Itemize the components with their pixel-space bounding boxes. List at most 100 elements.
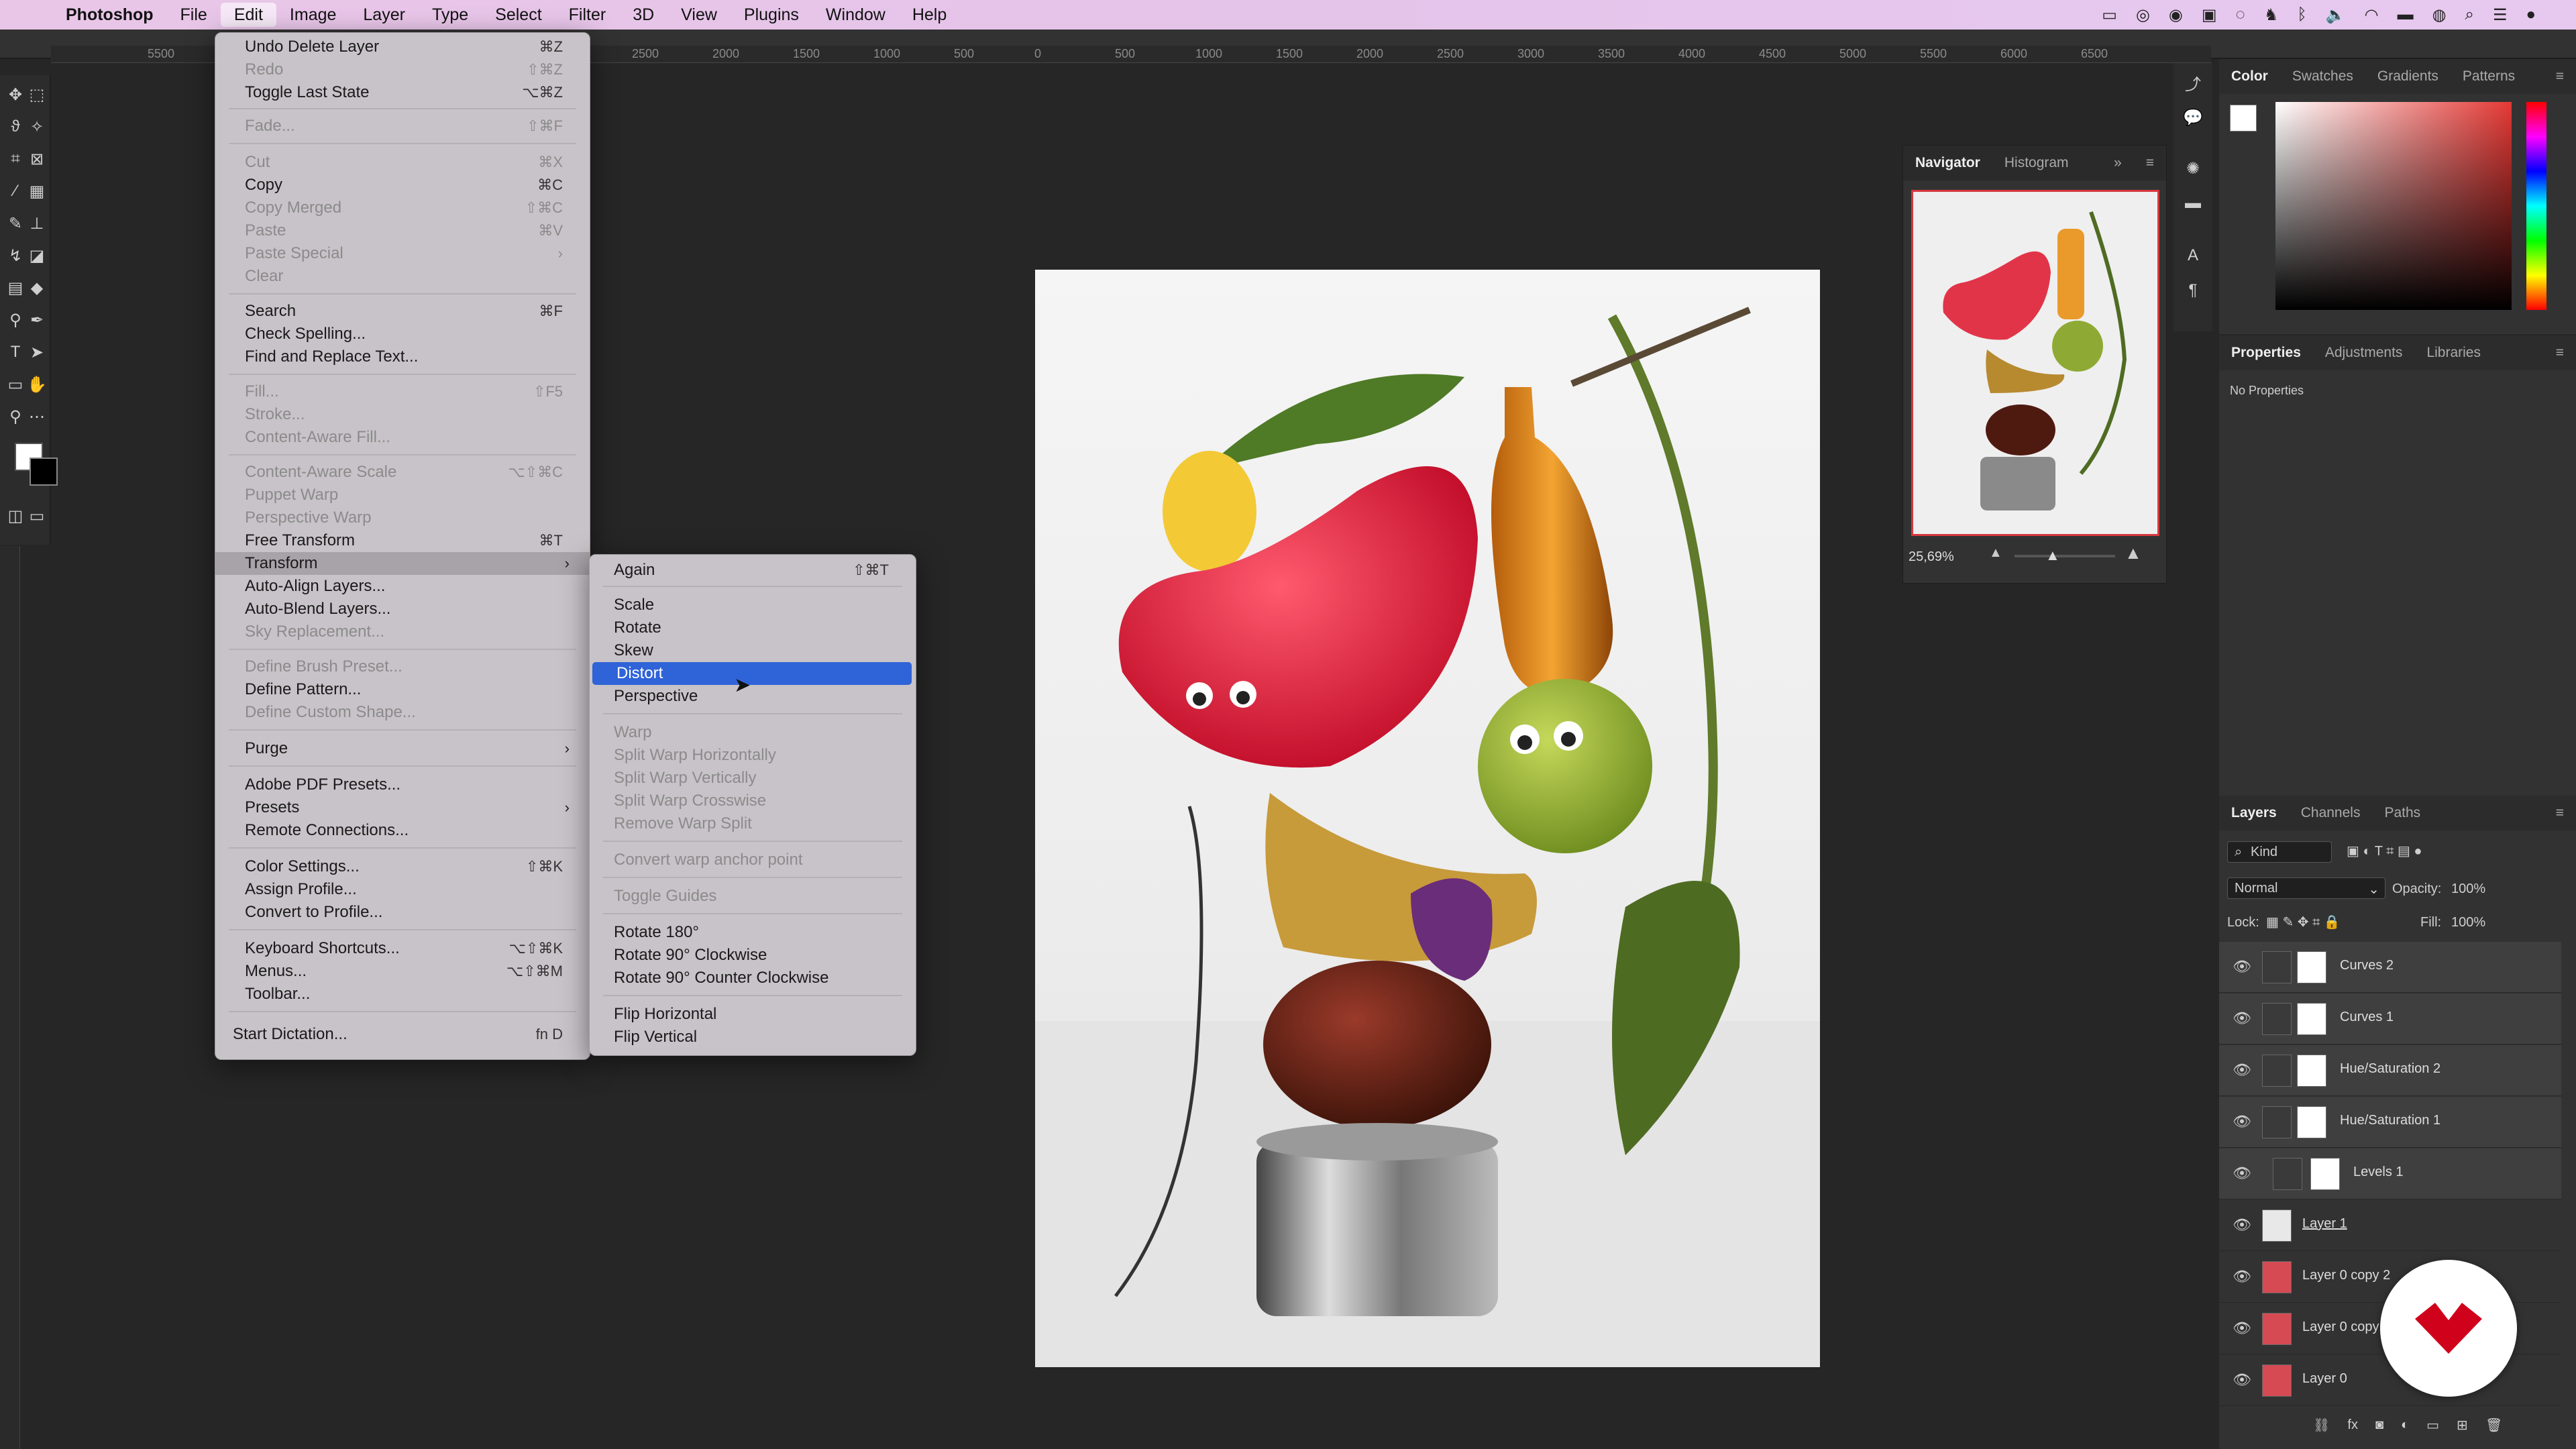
panel-menu-icon[interactable]: ≡ — [2134, 155, 2166, 171]
layer-row-curves-1[interactable]: 👁 Curves 1 — [2219, 994, 2561, 1044]
bluetooth-icon[interactable]: ᛒ — [2297, 5, 2306, 24]
blur-tool-icon[interactable]: ◆ — [27, 278, 47, 298]
hand-tool-icon[interactable]: ✋ — [27, 374, 47, 394]
new-layer-icon[interactable]: ⊞ — [2457, 1417, 2468, 1434]
menu-item-distort[interactable]: Distort — [592, 662, 912, 685]
menu-help[interactable]: Help — [899, 0, 960, 30]
panel-menu-icon[interactable]: ≡ — [2544, 805, 2576, 821]
history-brush-icon[interactable]: ↯ — [5, 246, 25, 266]
menu-item-presets[interactable]: Presets › — [215, 796, 590, 819]
menu-edit[interactable]: Edit — [220, 3, 276, 27]
tab-adjustments[interactable]: Adjustments — [2313, 345, 2415, 361]
menu-item-flip-horizontal[interactable]: Flip Horizontal — [590, 1003, 916, 1026]
menu-window[interactable]: Window — [812, 0, 899, 30]
type-tool-icon[interactable]: T — [5, 342, 25, 362]
menu-item-skew[interactable]: Skew — [590, 639, 916, 662]
background-color-swatch[interactable] — [30, 458, 58, 486]
color-foreground-swatch[interactable] — [2230, 105, 2257, 131]
tab-swatches[interactable]: Swatches — [2280, 68, 2365, 85]
menu-item-auto-align[interactable]: Auto-Align Layers... — [215, 575, 590, 598]
menu-item-purge[interactable]: Purge › — [215, 737, 590, 760]
zoom-in-icon[interactable]: ▲ — [2125, 543, 2142, 564]
zoom-tool-icon[interactable]: ⚲ — [5, 407, 25, 427]
menu-item-scale[interactable]: Scale — [590, 594, 916, 616]
menu-plugins[interactable]: Plugins — [731, 0, 812, 30]
paragraph-icon[interactable]: ¶ — [2183, 280, 2203, 301]
menu-item-rotate-180[interactable]: Rotate 180° — [590, 921, 916, 944]
rectangle-tool-icon[interactable]: ▭ — [5, 374, 25, 394]
lasso-tool-icon[interactable]: ϑ — [5, 117, 25, 137]
blend-mode-select[interactable]: Normal ⌄ — [2227, 877, 2385, 899]
more-tools-icon[interactable]: ⋯ — [27, 407, 47, 427]
menu-app-photoshop[interactable]: Photoshop — [52, 0, 167, 30]
panel-menu-icon[interactable]: ≡ — [2544, 68, 2576, 85]
visibility-eye-icon[interactable]: 👁 — [2233, 1165, 2251, 1182]
visibility-eye-icon[interactable]: 👁 — [2233, 1113, 2251, 1130]
adjustment-layer-icon[interactable]: ◐ — [2401, 1417, 2409, 1433]
menu-item-perspective[interactable]: Perspective — [590, 685, 916, 708]
trash-icon[interactable]: 🗑 — [2485, 1417, 2502, 1434]
siri-icon[interactable]: ● — [2526, 5, 2536, 24]
opacity-input[interactable]: 100% — [2451, 881, 2485, 897]
layer-row-hue-saturation-1[interactable]: 👁 Hue/Saturation 1 — [2219, 1097, 2561, 1148]
eyedropper-tool-icon[interactable]: ⁄ — [5, 181, 25, 201]
crop-tool-icon[interactable]: ⌗ — [5, 149, 25, 169]
menu-item-flip-vertical[interactable]: Flip Vertical — [590, 1026, 916, 1049]
tab-gradients[interactable]: Gradients — [2365, 68, 2451, 85]
menu-item-convert-profile[interactable]: Convert to Profile... — [215, 901, 590, 924]
lock-icons[interactable]: ▦ ✎ ✥ ⌗ 🔒 — [2266, 914, 2341, 930]
adjustment-icon[interactable]: ✺ — [2183, 158, 2203, 178]
link-icon[interactable]: ⛓ — [2313, 1417, 2330, 1434]
fill-input[interactable]: 100% — [2451, 915, 2485, 930]
color-picker-field[interactable] — [2275, 102, 2512, 310]
layer-row-layer-1[interactable]: 👁 Layer 1 — [2219, 1200, 2561, 1251]
hue-slider[interactable] — [2526, 102, 2546, 310]
mask-icon[interactable]: ◙ — [2375, 1417, 2383, 1433]
menu-item-undo[interactable]: Undo Delete Layer ⌘Z — [215, 36, 590, 58]
path-select-tool-icon[interactable]: ➤ — [27, 342, 47, 362]
comment-icon[interactable]: 💬 — [2183, 107, 2203, 127]
visibility-eye-icon[interactable]: 👁 — [2233, 1320, 2251, 1337]
sync-icon[interactable]: ◌ — [2236, 5, 2245, 24]
visibility-eye-icon[interactable]: 👁 — [2233, 1268, 2251, 1285]
layer-row-levels-1[interactable]: 👁 Levels 1 — [2219, 1148, 2561, 1199]
dodge-tool-icon[interactable]: ⚲ — [5, 310, 25, 330]
quick-mask-icon[interactable]: ◫ — [5, 506, 25, 526]
menu-type[interactable]: Type — [419, 0, 482, 30]
tab-color[interactable]: Color — [2219, 68, 2280, 85]
menu-item-rotate[interactable]: Rotate — [590, 616, 916, 639]
visibility-eye-icon[interactable]: 👁 — [2233, 1371, 2251, 1389]
marquee-tool-icon[interactable]: ⬚ — [27, 85, 47, 105]
tab-channels[interactable]: Channels — [2289, 805, 2373, 821]
layer-row-curves-2[interactable]: 👁 Curves 2 — [2219, 942, 2561, 993]
expand-icon[interactable]: » — [2102, 155, 2134, 171]
tab-properties[interactable]: Properties — [2219, 345, 2313, 361]
menu-3d[interactable]: 3D — [619, 0, 667, 30]
menu-item-transform[interactable]: Transform › — [215, 552, 590, 575]
display-icon[interactable]: ▭ — [2102, 5, 2117, 25]
panel-menu-icon[interactable]: ≡ — [2544, 345, 2576, 361]
menu-select[interactable]: Select — [482, 0, 555, 30]
menu-file[interactable]: File — [167, 0, 221, 30]
menu-image[interactable]: Image — [276, 0, 350, 30]
tab-histogram[interactable]: Histogram — [1992, 155, 2081, 171]
screen-mode-icon[interactable]: ▭ — [27, 506, 47, 526]
record-icon[interactable]: ◉ — [2169, 5, 2183, 25]
menu-item-search[interactable]: Search ⌘F — [215, 300, 590, 323]
menu-layer[interactable]: Layer — [350, 0, 419, 30]
volume-icon[interactable]: 🔈 — [2326, 5, 2346, 25]
tab-patterns[interactable]: Patterns — [2451, 68, 2527, 85]
filter-pixel-icon[interactable]: ▣ ◐ T ⌗ ▤ ● — [2347, 843, 2422, 859]
group-folder-icon[interactable]: ▭ — [2426, 1417, 2439, 1434]
menu-item-keyboard-shortcuts[interactable]: Keyboard Shortcuts... ⌥⇧⌘K — [215, 937, 590, 960]
visibility-eye-icon[interactable]: 👁 — [2233, 1216, 2251, 1234]
zoom-out-icon[interactable]: ▲ — [1989, 545, 2002, 561]
menu-item-pdf-presets[interactable]: Adobe PDF Presets... — [215, 773, 590, 796]
move-tool-icon[interactable]: ✥ — [5, 85, 25, 105]
figure-icon[interactable]: ♞ — [2264, 5, 2279, 25]
navigator-thumbnail[interactable] — [1911, 190, 2159, 536]
control-center-icon[interactable]: ☰ — [2493, 5, 2508, 25]
menu-item-rotate-90-cw[interactable]: Rotate 90° Clockwise — [590, 944, 916, 967]
tab-navigator[interactable]: Navigator — [1903, 155, 1992, 171]
menu-item-find-replace[interactable]: Find and Replace Text... — [215, 345, 590, 368]
